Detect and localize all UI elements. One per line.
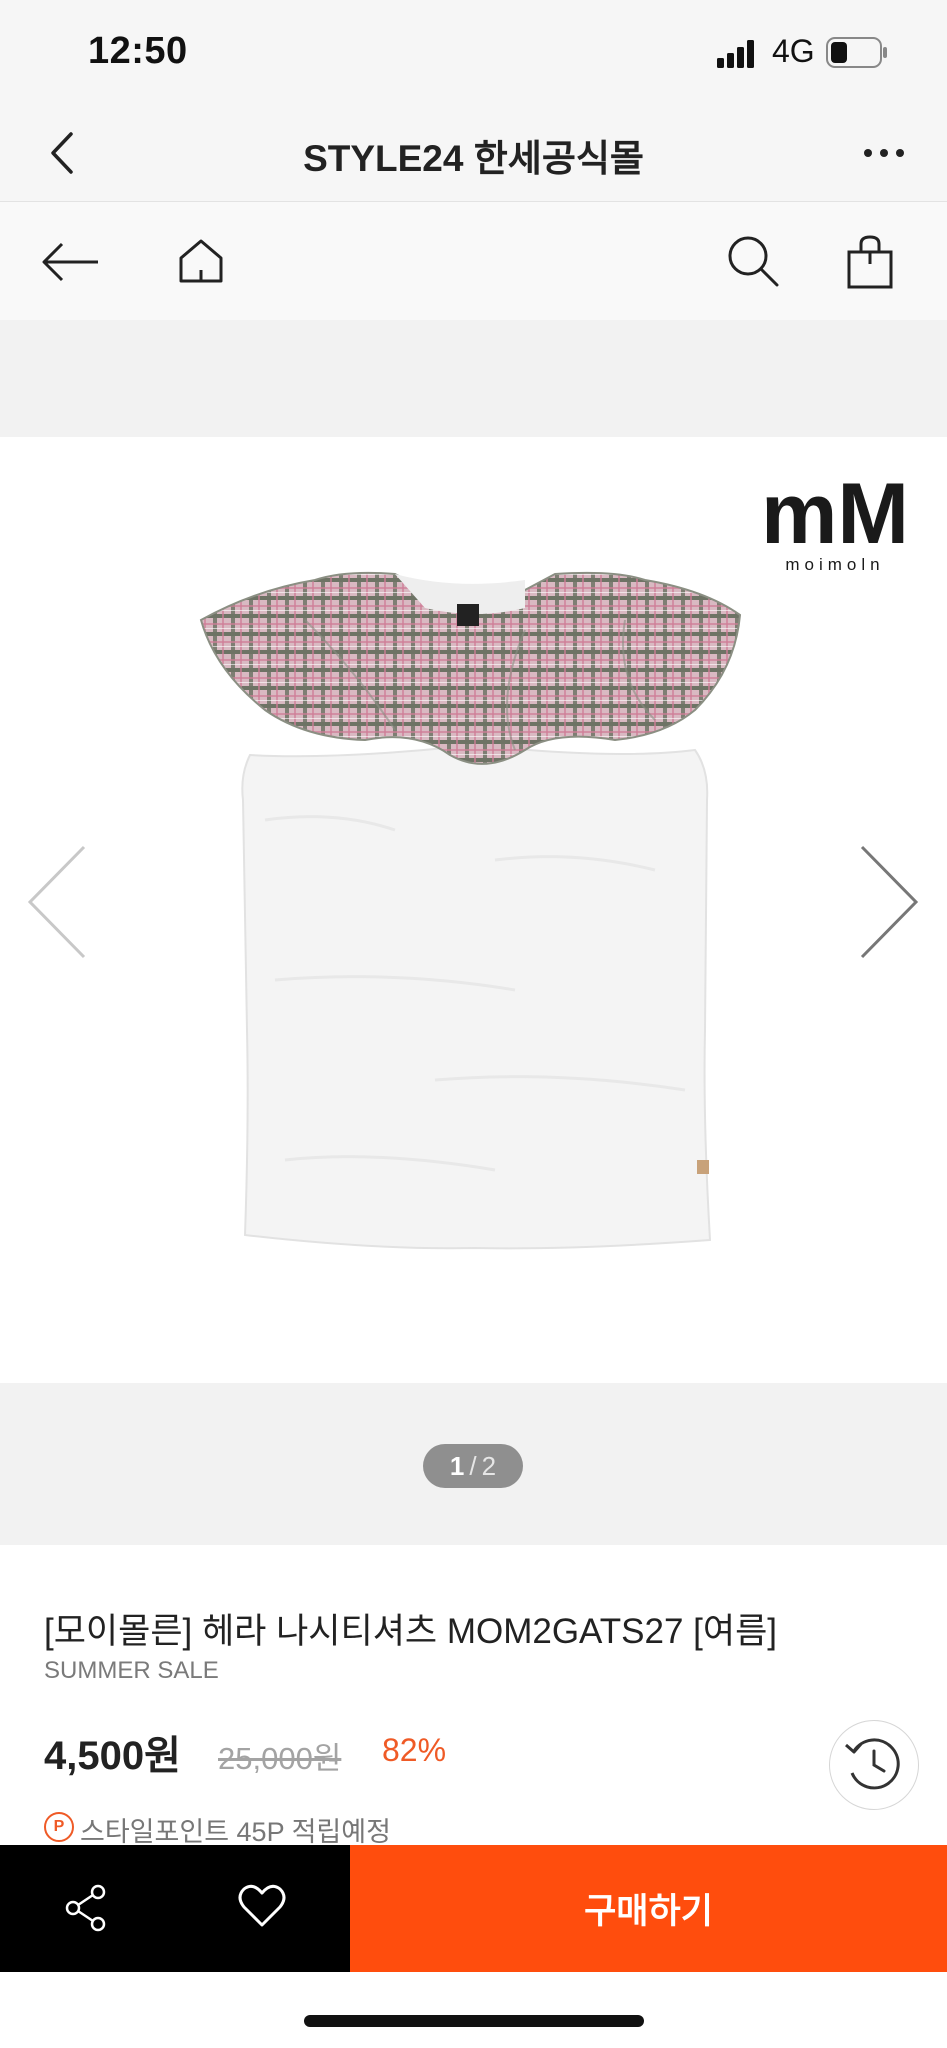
pager-total: 2 [481, 1450, 497, 1481]
share-icon[interactable] [64, 1884, 108, 1932]
battery-icon [826, 37, 887, 68]
home-indicator[interactable] [304, 2015, 644, 2027]
signal-icon [717, 40, 754, 68]
action-bar-left [0, 1845, 350, 1972]
home-indicator-area [0, 1972, 947, 2048]
discount-rate: 82% [382, 1732, 447, 1768]
pager-separator: / [469, 1450, 477, 1481]
network-label: 4G [772, 33, 815, 69]
prev-image-arrow-icon[interactable] [26, 842, 90, 962]
svg-text:moimoln: moimoln [785, 555, 884, 574]
sale-price: 4,500원 [44, 1734, 181, 1778]
shopping-bag-icon[interactable] [846, 234, 894, 290]
history-clock-icon [845, 1738, 900, 1790]
site-nav-bar [0, 202, 947, 320]
more-options-icon[interactable] [862, 147, 906, 159]
brand-logo: mM moimoln [761, 466, 909, 574]
buy-button[interactable]: 구매하기 [350, 1845, 947, 1972]
arrow-left-icon[interactable] [40, 240, 102, 284]
points-info: 스타일포인트 45P 적립예정 [80, 1817, 391, 1847]
page-title: STYLE24 한세공식몰 [303, 138, 644, 179]
recent-history-button[interactable] [829, 1720, 919, 1810]
status-time: 12:50 [88, 30, 188, 72]
gallery-top-spacer [0, 320, 947, 437]
home-icon[interactable] [176, 236, 226, 286]
search-icon[interactable] [726, 234, 780, 288]
image-pager: 1 / 2 [423, 1444, 523, 1488]
next-image-arrow-icon[interactable] [856, 842, 920, 962]
product-title: [모이몰른] 헤라 나시티셔츠 MOM2GATS27 [여름] [44, 1612, 778, 1651]
original-price: 25,000원 [218, 1741, 342, 1776]
product-image [199, 571, 742, 1250]
svg-text:mM: mM [761, 466, 909, 562]
product-info-panel [0, 1545, 947, 1845]
heart-icon[interactable] [238, 1883, 286, 1929]
points-icon: P [44, 1812, 74, 1842]
sale-label: SUMMER SALE [44, 1657, 219, 1684]
pager-current: 1 [449, 1450, 465, 1481]
